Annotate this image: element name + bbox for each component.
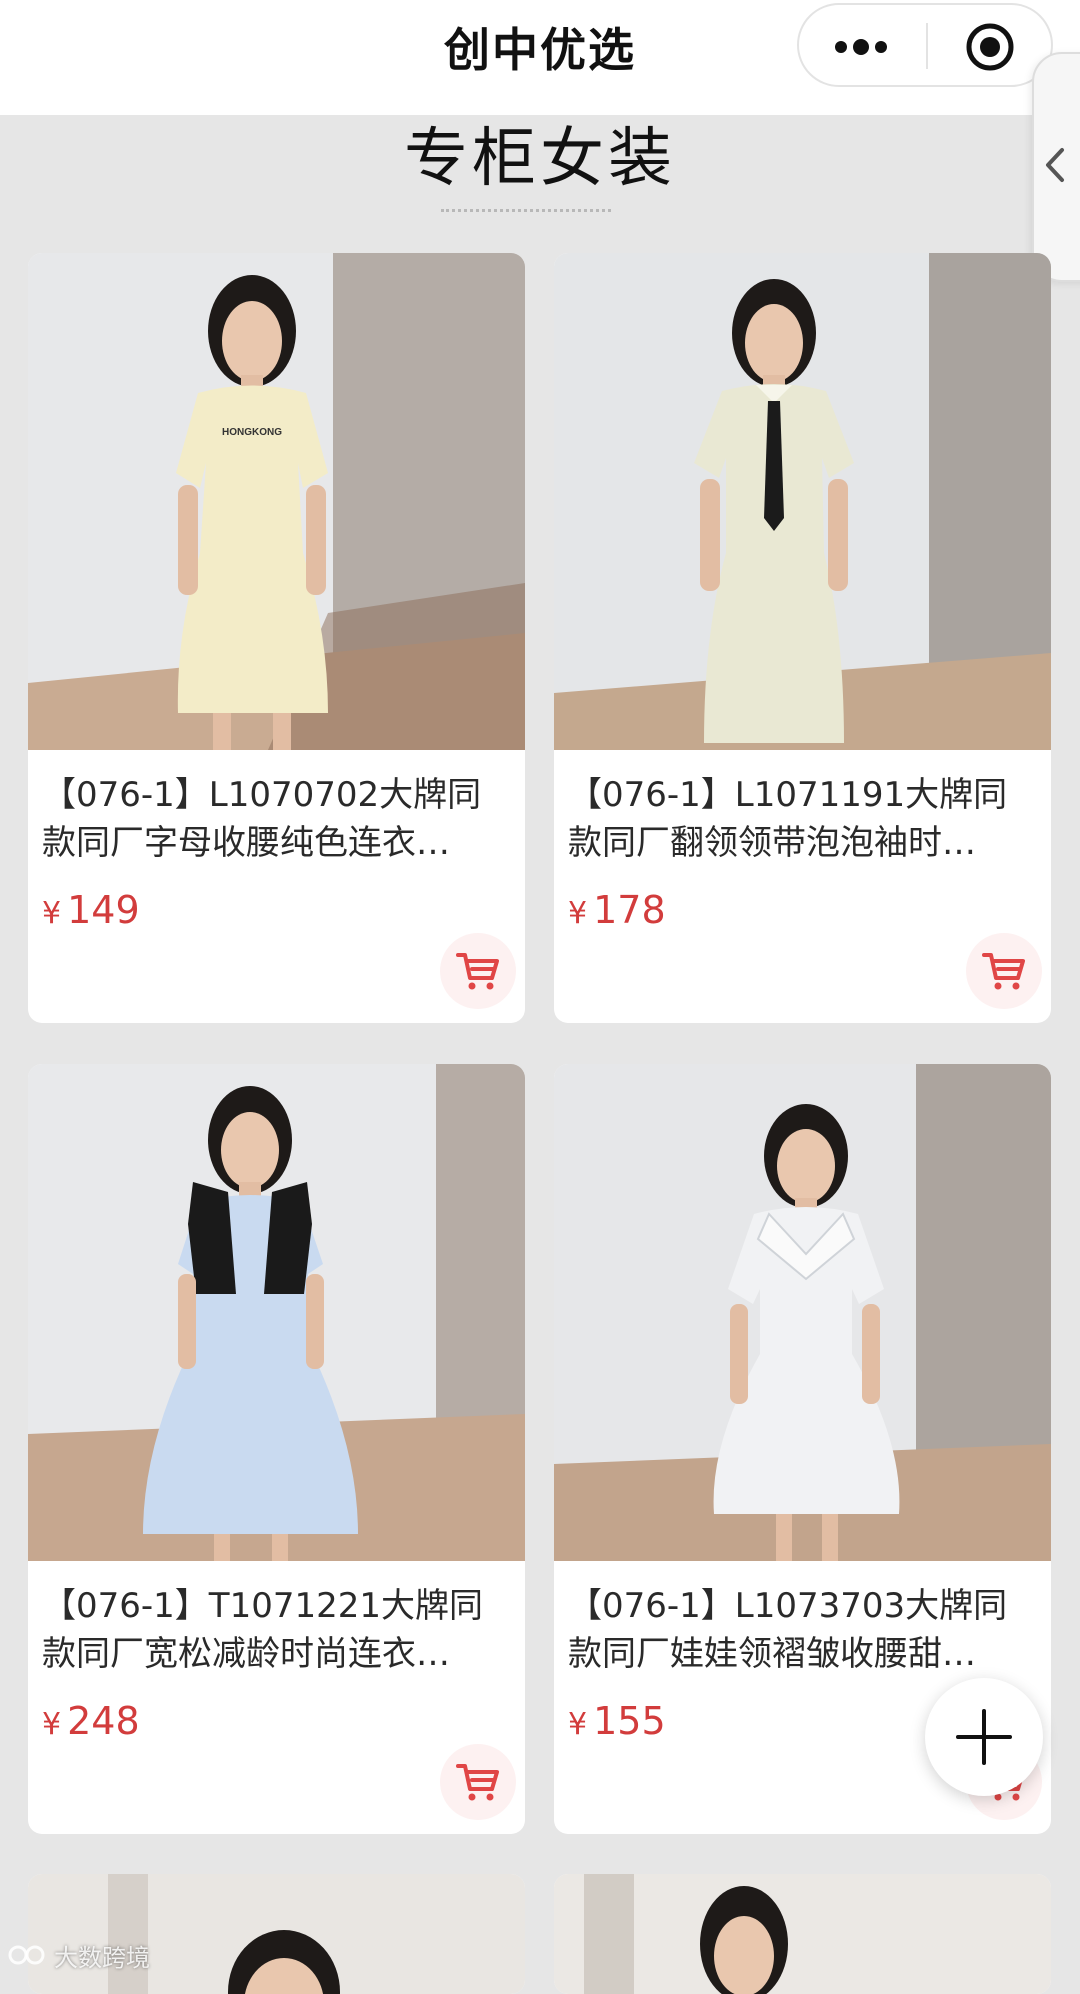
watermark-logo-icon: [8, 1945, 45, 1965]
product-price: ¥248: [42, 1696, 140, 1750]
price-value: 155: [593, 1699, 666, 1743]
currency-symbol: ¥: [568, 1707, 588, 1742]
price-value: 248: [67, 1699, 140, 1743]
product-name[interactable]: 【076-1】L1070702大牌同款同厂字母收腰纯色连衣…: [42, 771, 512, 867]
top-bar: 创中优选: [0, 0, 1080, 115]
add-to-cart-button[interactable]: [440, 1744, 516, 1820]
product-card[interactable]: 【076-1】L1071191大牌同款同厂翻领领带泡泡袖时… ¥178: [554, 253, 1051, 1023]
floating-add-button[interactable]: [925, 1678, 1043, 1796]
more-dots-icon[interactable]: [829, 27, 893, 67]
product-price: ¥155: [568, 1696, 666, 1750]
product-photo-image: [28, 1064, 525, 1561]
product-price: ¥149: [42, 885, 140, 939]
product-photo[interactable]: [554, 1064, 1051, 1561]
product-photo-image: [554, 253, 1051, 750]
product-photo-image: [28, 1874, 525, 1994]
capsule-divider: [926, 23, 928, 69]
cart-icon: [456, 953, 499, 990]
product-card[interactable]: 【076-1】T1071221大牌同款同厂宽松减龄时尚连衣… ¥248: [28, 1064, 525, 1834]
product-photo[interactable]: [28, 1064, 525, 1561]
product-card[interactable]: HONGKONG 【076-1】L1070702大牌同款同厂字母收腰纯色连衣… …: [28, 253, 525, 1023]
price-value: 178: [593, 888, 666, 932]
product-photo-image: [554, 1064, 1051, 1561]
product-name[interactable]: 【076-1】T1071221大牌同款同厂宽松减龄时尚连衣…: [42, 1582, 512, 1678]
cart-icon: [456, 1764, 499, 1801]
watermark: 大数跨境: [8, 1938, 150, 1972]
price-value: 149: [67, 888, 140, 932]
add-to-cart-button[interactable]: [966, 933, 1042, 1009]
currency-symbol: ¥: [42, 896, 62, 931]
section-title-underline: [441, 209, 611, 212]
product-name[interactable]: 【076-1】L1071191大牌同款同厂翻领领带泡泡袖时…: [568, 771, 1038, 867]
product-photo-image: HONGKONG: [28, 253, 525, 750]
product-photo[interactable]: [554, 253, 1051, 750]
product-name[interactable]: 【076-1】L1073703大牌同款同厂娃娃领褶皱收腰甜…: [568, 1582, 1038, 1678]
target-circle-icon[interactable]: [965, 22, 1015, 72]
product-card[interactable]: [28, 1874, 525, 1994]
product-price: ¥178: [568, 885, 666, 939]
currency-symbol: ¥: [568, 896, 588, 931]
product-photo-image: [554, 1874, 1051, 1994]
mini-program-capsule: [797, 3, 1053, 87]
section-title: 专柜女装: [404, 122, 676, 196]
currency-symbol: ¥: [42, 1707, 62, 1742]
product-photo[interactable]: HONGKONG: [28, 253, 525, 750]
product-card[interactable]: [554, 1874, 1051, 1994]
watermark-text: 大数跨境: [54, 1943, 150, 1972]
dress-print-text: HONGKONG: [222, 427, 282, 438]
cart-icon: [982, 953, 1025, 990]
plus-icon: [956, 1709, 1012, 1765]
add-to-cart-button[interactable]: [440, 933, 516, 1009]
